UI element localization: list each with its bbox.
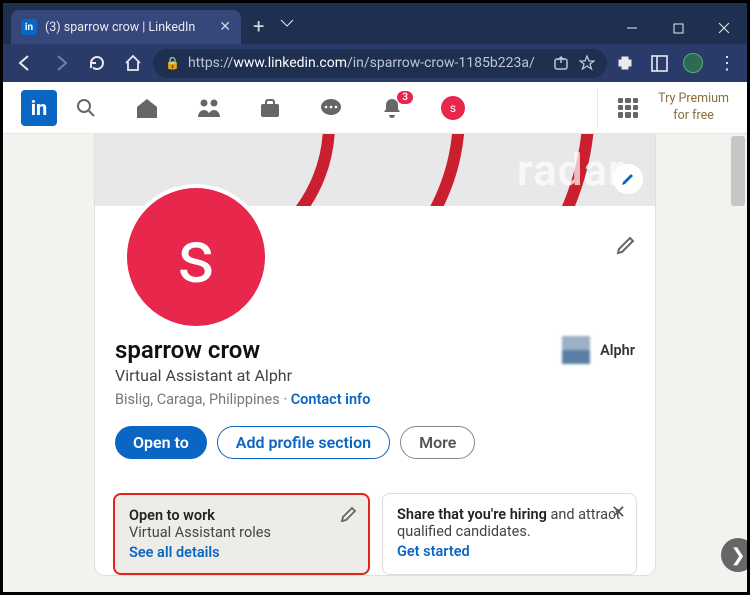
new-tab-button[interactable]: + bbox=[253, 14, 264, 38]
edit-open-to-work-icon[interactable] bbox=[340, 505, 358, 523]
search-icon[interactable] bbox=[75, 97, 97, 119]
linkedin-global-nav: in 3 s Try Premiumfor free bbox=[3, 82, 747, 134]
jobs-icon[interactable] bbox=[259, 97, 281, 119]
window-close-button[interactable] bbox=[701, 12, 747, 44]
bookmark-star-icon[interactable] bbox=[579, 55, 595, 71]
browser-toolbar: 🔒 https://www.linkedin.com/in/sparrow-cr… bbox=[3, 44, 747, 82]
dismiss-hiring-card-icon[interactable]: ✕ bbox=[611, 502, 626, 523]
browser-tab[interactable]: in (3) sparrow crow | LinkedIn ✕ bbox=[11, 10, 241, 44]
hiring-get-started-link[interactable]: Get started bbox=[397, 543, 622, 560]
notification-badge: 3 bbox=[397, 91, 413, 104]
next-card-chevron-icon[interactable]: ❯ bbox=[721, 538, 747, 572]
current-company[interactable]: Alphr bbox=[562, 336, 635, 364]
sidepanel-icon[interactable] bbox=[645, 49, 673, 77]
profile-card: radar s sparrow crow Alphr Virtual Assis… bbox=[95, 134, 655, 575]
url-text: https://www.linkedin.com/in/sparrow-crow… bbox=[188, 55, 535, 71]
nav-separator bbox=[597, 88, 598, 128]
forward-button[interactable] bbox=[45, 47, 77, 79]
otw-title: Open to work bbox=[129, 507, 215, 524]
hiring-title: Share that you're hiring bbox=[397, 506, 547, 523]
add-profile-section-button[interactable]: Add profile section bbox=[217, 426, 390, 459]
contact-info-link[interactable]: Contact info bbox=[291, 391, 371, 408]
work-apps-icon[interactable] bbox=[618, 98, 638, 118]
open-to-button[interactable]: Open to bbox=[115, 426, 207, 459]
linkedin-favicon: in bbox=[21, 19, 37, 35]
profile-location: Bislig, Caraga, Philippines · Contact in… bbox=[115, 391, 635, 408]
home-button[interactable] bbox=[117, 47, 149, 79]
profile-avatar-icon[interactable] bbox=[679, 49, 707, 77]
window-maximize-button[interactable] bbox=[655, 12, 701, 44]
company-logo bbox=[562, 336, 590, 364]
try-premium-link[interactable]: Try Premiumfor free bbox=[658, 91, 729, 124]
profile-photo[interactable]: s bbox=[123, 184, 269, 330]
otw-see-details-link[interactable]: See all details bbox=[129, 544, 354, 561]
tab-title: (3) sparrow crow | LinkedIn bbox=[45, 20, 211, 35]
notifications-icon[interactable]: 3 bbox=[381, 97, 403, 119]
scrollbar-thumb[interactable] bbox=[731, 136, 745, 206]
close-tab-icon[interactable]: ✕ bbox=[219, 19, 231, 35]
edit-intro-button[interactable] bbox=[615, 234, 637, 256]
otw-body: Virtual Assistant roles bbox=[129, 524, 354, 541]
share-icon[interactable] bbox=[553, 55, 569, 71]
home-icon[interactable] bbox=[135, 97, 159, 119]
profile-headline: Virtual Assistant at Alphr bbox=[115, 366, 635, 385]
extensions-icon[interactable] bbox=[611, 49, 639, 77]
open-to-work-card[interactable]: Open to work Virtual Assistant roles See… bbox=[113, 493, 370, 575]
profile-name: sparrow crow bbox=[115, 336, 260, 364]
lock-icon: 🔒 bbox=[165, 56, 180, 70]
edit-banner-button[interactable] bbox=[613, 164, 643, 194]
network-icon[interactable] bbox=[197, 97, 221, 119]
banner-watermark: radar bbox=[517, 144, 625, 196]
address-bar[interactable]: 🔒 https://www.linkedin.com/in/sparrow-cr… bbox=[153, 49, 607, 78]
browser-menu-icon[interactable]: ⋮ bbox=[713, 49, 741, 77]
back-button[interactable] bbox=[9, 47, 41, 79]
page-content: radar s sparrow crow Alphr Virtual Assis… bbox=[3, 134, 747, 592]
window-minimize-button[interactable] bbox=[609, 12, 655, 44]
messaging-icon[interactable] bbox=[319, 97, 343, 119]
me-avatar[interactable]: s bbox=[441, 96, 465, 120]
reload-button[interactable] bbox=[81, 47, 113, 79]
browser-titlebar: in (3) sparrow crow | LinkedIn ✕ + bbox=[3, 3, 747, 44]
linkedin-logo[interactable]: in bbox=[21, 90, 57, 126]
share-hiring-card[interactable]: ✕ Share that you're hiring and attract q… bbox=[382, 493, 637, 575]
tab-search-button[interactable] bbox=[264, 8, 310, 40]
more-button[interactable]: More bbox=[400, 426, 475, 459]
